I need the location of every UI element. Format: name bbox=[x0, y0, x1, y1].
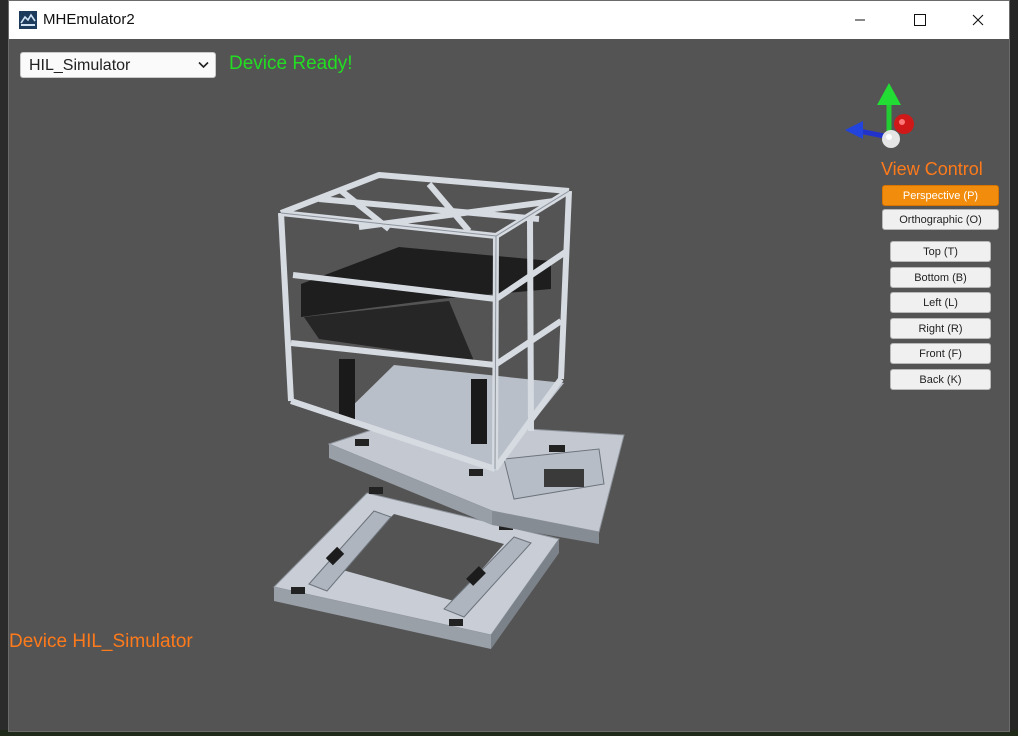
3d-viewport[interactable]: HIL_Simulator Device Ready! View Control… bbox=[9, 39, 1009, 731]
window-title: MHEmulator2 bbox=[43, 11, 135, 28]
close-icon bbox=[972, 14, 984, 26]
view-front-button[interactable]: Front (F) bbox=[890, 343, 991, 364]
hil-simulator-3d-model bbox=[273, 172, 625, 649]
maximize-icon bbox=[914, 14, 926, 26]
device-name-label: Device HIL_Simulator bbox=[9, 631, 193, 652]
view-back-button[interactable]: Back (K) bbox=[890, 369, 991, 390]
view-bottom-button[interactable]: Bottom (B) bbox=[890, 267, 991, 288]
title-bar[interactable]: MHEmulator2 bbox=[9, 1, 1009, 39]
device-status-text: Device Ready! bbox=[229, 53, 353, 74]
motion-house-logo-icon bbox=[19, 11, 37, 29]
minimize-button[interactable] bbox=[831, 1, 889, 39]
device-dropdown-value: HIL_Simulator bbox=[29, 57, 131, 74]
view-control-title: View Control bbox=[881, 159, 983, 179]
view-right-button[interactable]: Right (R) bbox=[890, 318, 991, 339]
orthographic-button[interactable]: Orthographic (O) bbox=[882, 209, 999, 230]
desktop-background-left bbox=[0, 0, 8, 736]
close-button[interactable] bbox=[949, 1, 1007, 39]
perspective-button[interactable]: Perspective (P) bbox=[882, 185, 999, 206]
view-top-button[interactable]: Top (T) bbox=[890, 241, 991, 262]
chevron-down-icon bbox=[198, 61, 209, 69]
view-left-button[interactable]: Left (L) bbox=[890, 292, 991, 313]
maximize-button[interactable] bbox=[891, 1, 949, 39]
desktop-background-right bbox=[1010, 0, 1018, 736]
device-dropdown[interactable]: HIL_Simulator bbox=[20, 52, 216, 78]
minimize-icon bbox=[855, 19, 865, 21]
app-window: MHEmulator2 HIL_Simulator Device Ready! bbox=[8, 0, 1010, 732]
axis-gizmo-icon[interactable] bbox=[841, 79, 921, 151]
